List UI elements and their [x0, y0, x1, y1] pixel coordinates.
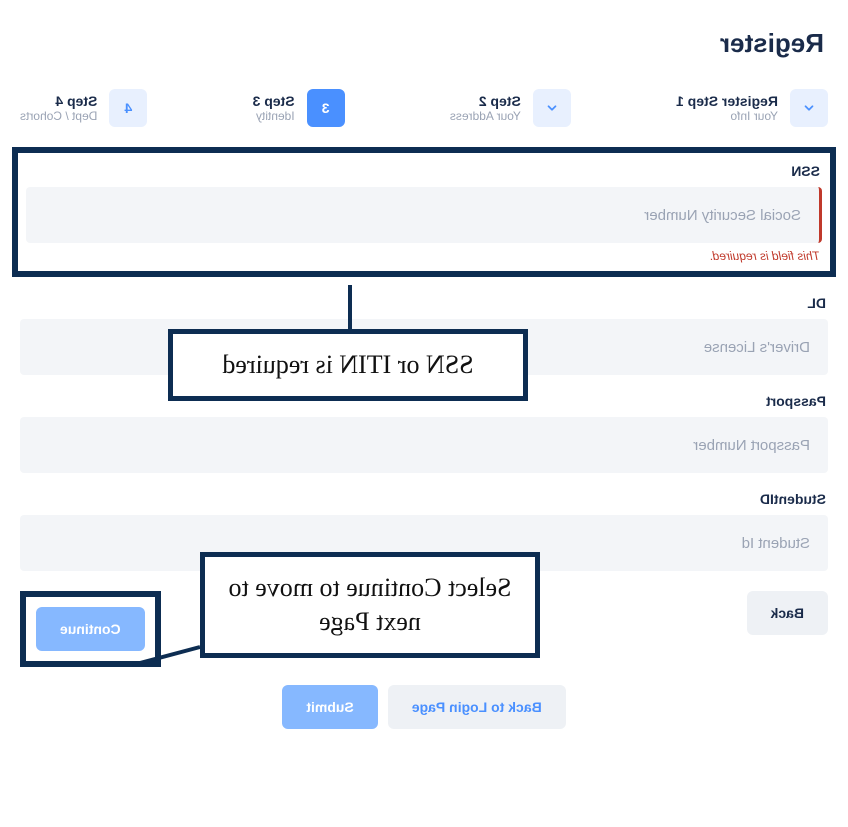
stepper: Register Step 1 Your Info Step 2 Your Ad… — [20, 89, 828, 127]
leader-line — [348, 285, 352, 333]
ssn-highlight-box: SSN This field is required. — [12, 147, 836, 277]
step-title: Step 3 — [253, 93, 295, 109]
check-icon — [790, 89, 828, 127]
step-title: Register Step 1 — [676, 93, 778, 109]
back-to-login-button[interactable]: Back to Login Page — [388, 685, 566, 729]
step-subtitle: Your Address — [450, 109, 521, 123]
step-subtitle: Your Info — [676, 109, 778, 123]
ssn-input[interactable] — [26, 187, 822, 243]
callout-continue: Select Continue to move to next Page — [200, 552, 540, 658]
studentid-label: StudentID — [20, 491, 828, 507]
submit-button[interactable]: Submit — [282, 685, 377, 729]
step-subtitle: Dept / Cohorts — [20, 109, 97, 123]
ssn-field-group: SSN This field is required. — [26, 163, 822, 263]
dl-label: DL — [20, 295, 828, 311]
passport-input[interactable] — [20, 417, 828, 473]
step-2[interactable]: Step 2 Your Address — [450, 89, 571, 127]
step-title: Step 4 — [20, 93, 97, 109]
step-3-active[interactable]: 3 Step 3 Identity — [253, 89, 345, 127]
step-1[interactable]: Register Step 1 Your Info — [676, 89, 828, 127]
callout-ssn-required: SSN or ITIN is required — [168, 329, 528, 401]
step-number-icon: 3 — [307, 89, 345, 127]
identity-form: SSN This field is required. DL Passport … — [20, 147, 828, 729]
passport-field-group: Passport — [20, 393, 828, 473]
ssn-error-message: This field is required. — [26, 249, 822, 263]
step-subtitle: Identity — [253, 109, 295, 123]
continue-highlight-box: Continue — [20, 591, 161, 667]
step-title: Step 2 — [450, 93, 521, 109]
footer-actions: Back to Login Page Submit — [20, 685, 828, 729]
back-button[interactable]: Back — [747, 591, 828, 635]
ssn-label: SSN — [26, 163, 822, 179]
page-title: Register — [20, 28, 824, 59]
step-number-icon: 4 — [109, 89, 147, 127]
step-4[interactable]: 4 Step 4 Dept / Cohorts — [20, 89, 147, 127]
check-icon — [533, 89, 571, 127]
continue-button[interactable]: Continue — [36, 607, 145, 651]
